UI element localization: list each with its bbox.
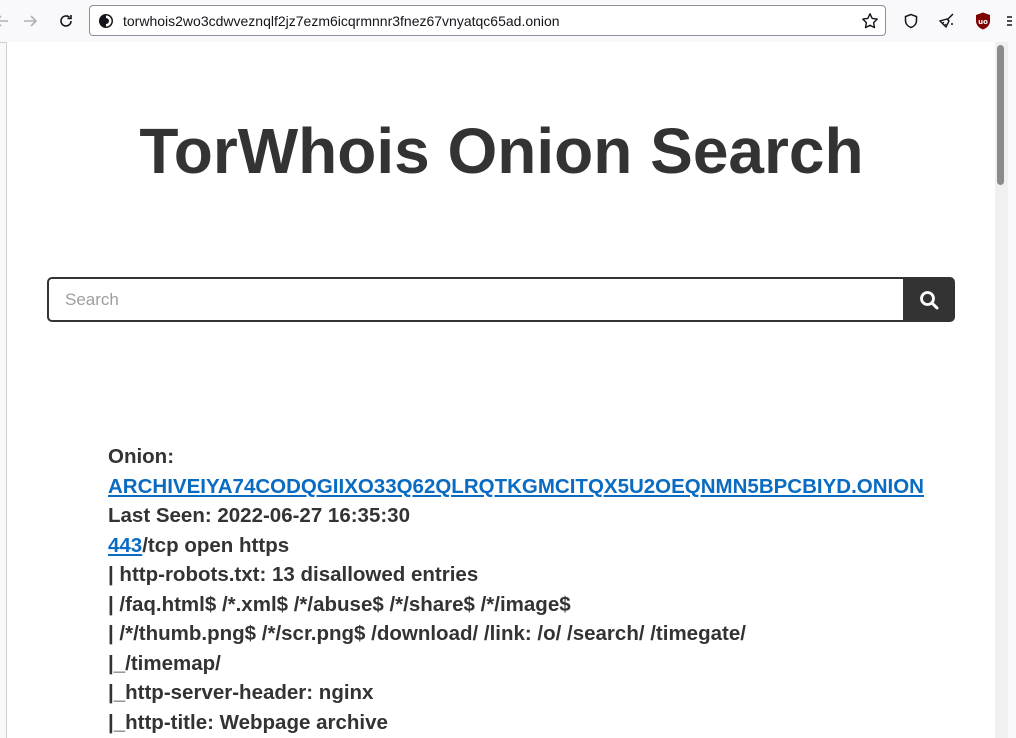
port-details: /tcp open https — [142, 533, 290, 557]
bookmark-star-icon[interactable] — [860, 11, 880, 31]
new-identity-button[interactable] — [933, 7, 961, 35]
onion-address-link[interactable]: ARCHIVEIYA74CODQGIIXO33Q62QLRQTKGMCITQX5… — [108, 475, 924, 498]
page-title: TorWhois Onion Search — [139, 115, 864, 187]
search-form — [47, 277, 955, 322]
reload-icon — [60, 15, 72, 27]
scan-line: | /faq.html$ /*.xml$ /*/abuse$ /*/share$… — [108, 592, 571, 616]
scan-line: |_/timemap/ — [108, 651, 221, 675]
search-input[interactable] — [47, 277, 904, 322]
page-scrollbar[interactable] — [995, 42, 1008, 738]
scan-line: |_http-title: Webpage archive — [108, 710, 388, 734]
reload-button[interactable] — [52, 7, 80, 35]
shield-icon — [904, 13, 918, 29]
onion-label: Onion: — [108, 445, 175, 468]
scan-line: |_http-server-header: nginx — [108, 681, 374, 704]
scan-line: | http-robots.txt: 13 disallowed entries — [108, 563, 479, 586]
scrollbar-thumb[interactable] — [997, 45, 1004, 185]
back-button[interactable] — [0, 7, 16, 35]
window-edge — [1008, 42, 1016, 738]
url-text[interactable]: torwhois2wo3cdwveznqlf2jz7ezm6icqrmnnr3f… — [123, 13, 560, 29]
onion-identity-icon[interactable] — [98, 13, 114, 29]
search-button[interactable] — [903, 277, 955, 322]
svg-text:uo: uo — [978, 18, 988, 26]
scan-line: | /*/thumb.png$ /*/scr.png$ /download/ /… — [108, 622, 746, 645]
address-bar[interactable]: torwhois2wo3cdwveznqlf2jz7ezm6icqrmnnr3f… — [89, 5, 886, 36]
last-seen: Last Seen: 2022-06-27 16:35:30 — [108, 504, 410, 527]
hamburger-menu-icon — [1007, 16, 1012, 26]
back-arrow-icon — [0, 15, 8, 27]
menu-button[interactable] — [1000, 7, 1016, 35]
shield-button[interactable] — [897, 7, 925, 35]
forward-arrow-icon — [24, 15, 38, 27]
browser-toolbar: torwhois2wo3cdwveznqlf2jz7ezm6icqrmnnr3f… — [0, 0, 1016, 43]
forward-button[interactable] — [16, 7, 44, 35]
page-viewport: TorWhois Onion Search Onion: ARCHIVEIYA7… — [6, 42, 996, 738]
port-line: 443/tcp open https — [108, 531, 968, 561]
port-link[interactable]: 443 — [108, 534, 142, 557]
ublock-origin-icon: uo — [976, 12, 990, 30]
search-result: Onion: ARCHIVEIYA74CODQGIIXO33Q62QLRQTKG… — [108, 442, 968, 737]
search-icon — [920, 290, 939, 309]
ublock-button[interactable]: uo — [969, 7, 997, 35]
broom-icon — [938, 13, 954, 29]
